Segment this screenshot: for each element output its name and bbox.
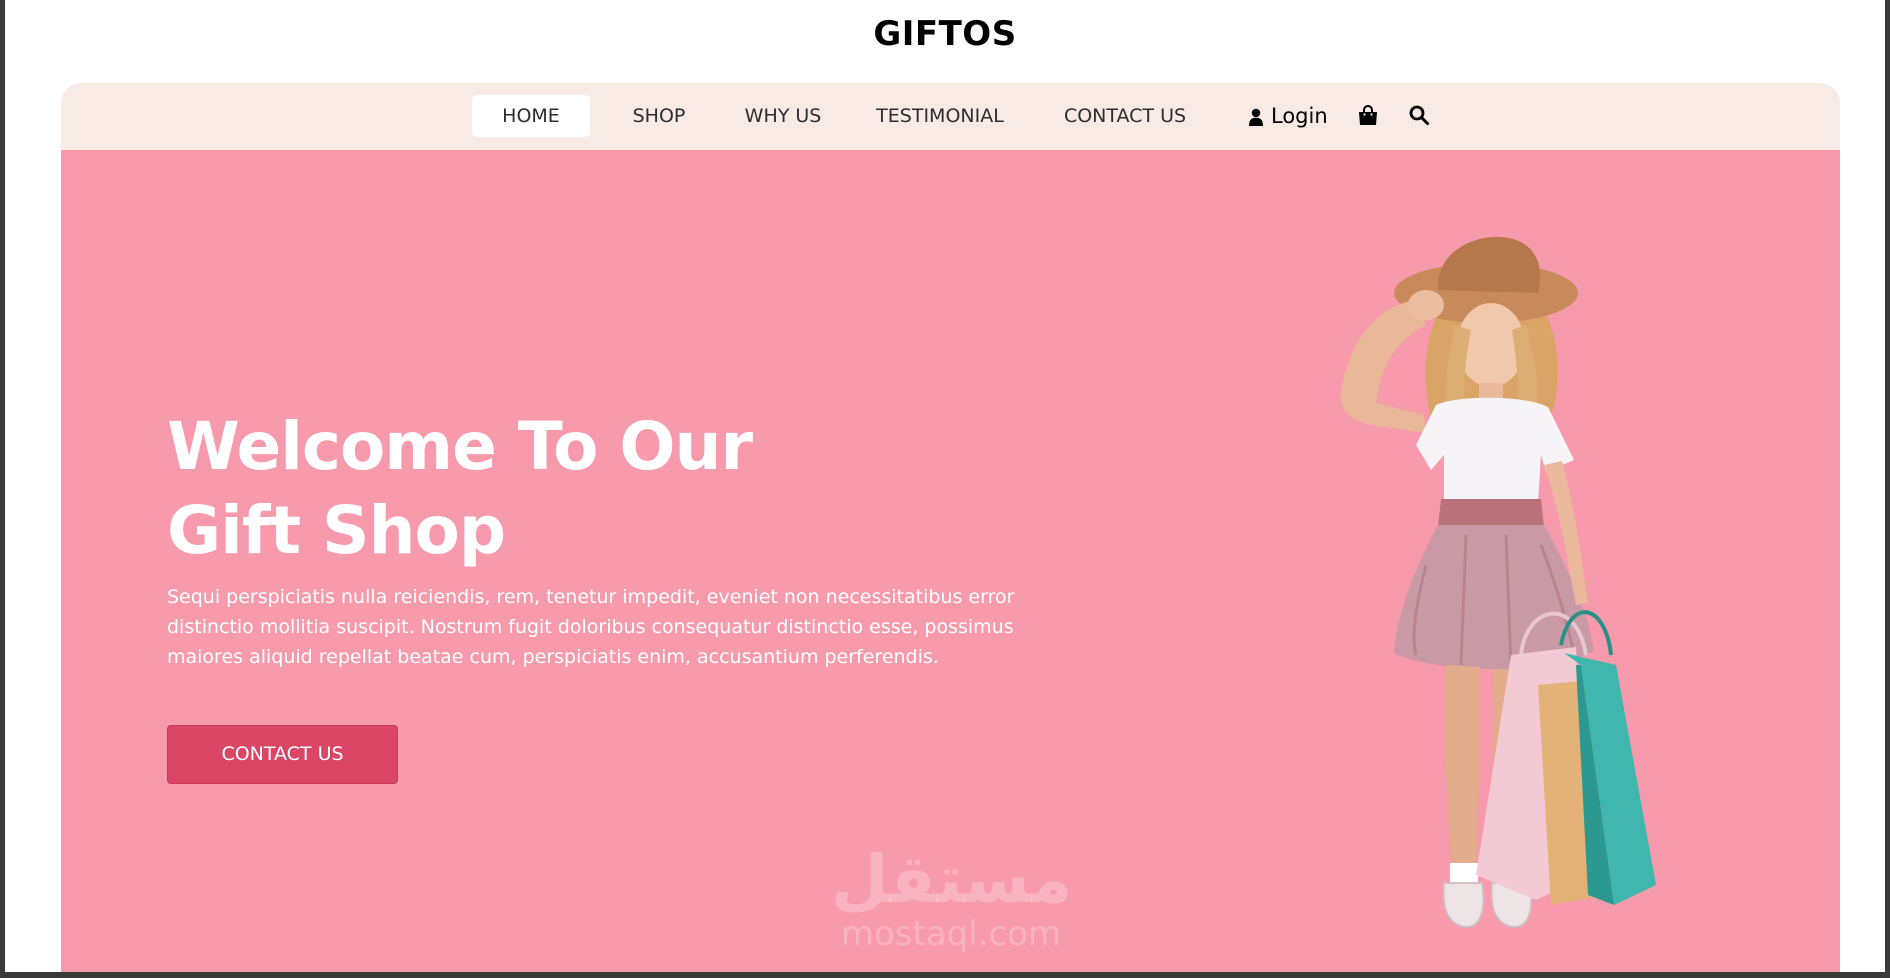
login-label: Login — [1271, 104, 1328, 128]
contact-us-button[interactable]: CONTACT US — [167, 725, 398, 784]
brand-logo[interactable]: GIFTOS — [0, 14, 1890, 54]
window-frame-left — [0, 0, 5, 978]
hero-description: Sequi perspiciatis nulla reiciendis, rem… — [167, 586, 1015, 668]
shopping-bag-icon — [1359, 105, 1377, 125]
login-link[interactable]: Login — [1249, 95, 1328, 137]
search-icon — [1409, 105, 1429, 125]
watermark-latin: mostaql.com — [840, 914, 1062, 954]
watermark: مستقل mostaql.com — [831, 841, 1073, 954]
nav-item-shop[interactable]: SHOP — [614, 95, 704, 137]
nav-item-home[interactable]: HOME — [472, 95, 590, 137]
nav-item-testimonial[interactable]: TESTIMONIAL — [862, 95, 1018, 137]
window-frame-bottom — [0, 972, 1890, 978]
window-frame-right — [1885, 0, 1890, 978]
hero-section: Welcome To Our Gift Shop Sequi perspicia… — [61, 150, 1840, 972]
main-navbar: HOME SHOP WHY US TESTIMONIAL CONTACT US … — [61, 83, 1840, 150]
user-icon — [1249, 108, 1263, 126]
watermark-arabic: مستقل — [831, 841, 1073, 918]
nav-item-why-us[interactable]: WHY US — [728, 95, 838, 137]
hero-title-line-1: Welcome To Our — [167, 408, 753, 485]
hero-title: Welcome To Our Gift Shop — [167, 405, 753, 573]
hero-title-line-2: Gift Shop — [167, 492, 506, 569]
cart-button[interactable] — [1358, 105, 1378, 130]
search-button[interactable] — [1409, 105, 1429, 129]
nav-item-contact-us[interactable]: CONTACT US — [1042, 95, 1208, 137]
hero-girl-image — [1340, 236, 1656, 929]
